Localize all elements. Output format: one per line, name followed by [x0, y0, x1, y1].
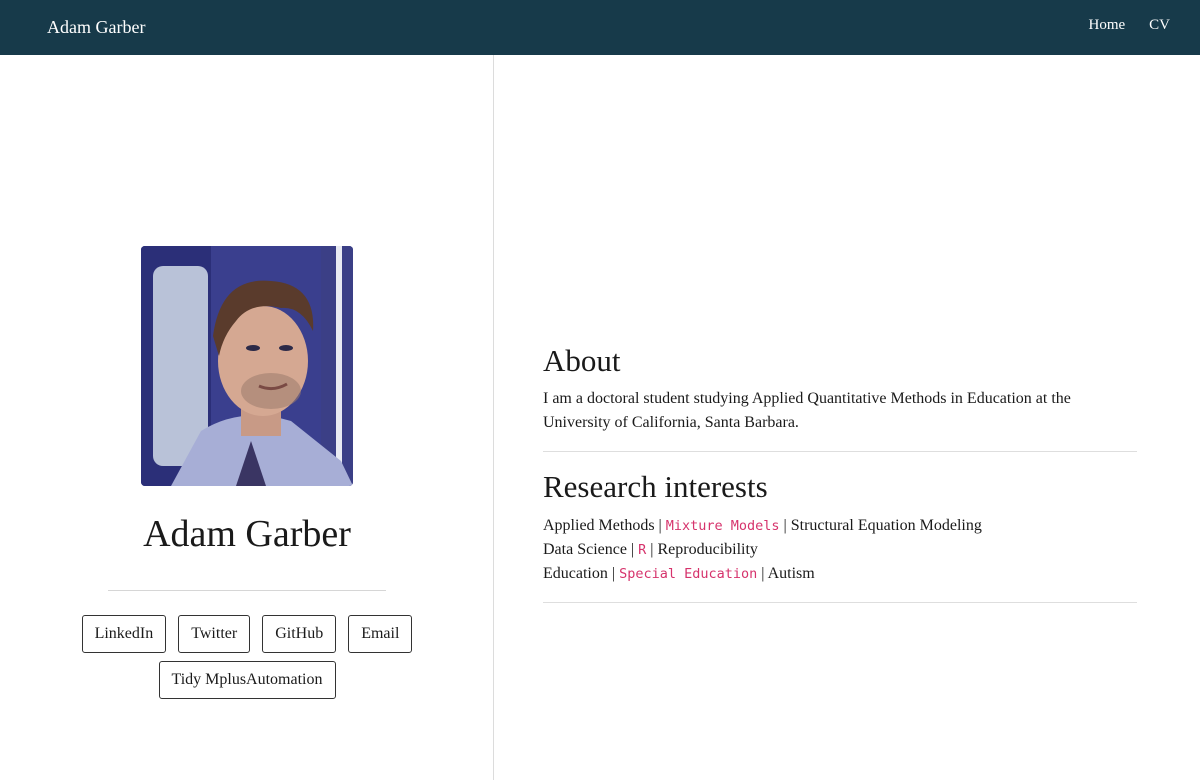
nav-link-cv[interactable]: CV: [1149, 15, 1170, 35]
interest-separator: |: [761, 565, 765, 582]
interest-line-education: Education | Special Education | Autism: [543, 562, 982, 586]
interest-highlight: R: [638, 542, 647, 558]
interest-category: Data Science: [543, 541, 627, 558]
interest-category: Applied Methods: [543, 517, 655, 534]
nav-link-home[interactable]: Home: [1088, 15, 1125, 35]
nav-links: Home CV: [1088, 15, 1170, 35]
interest-line-data-science: Data Science | R | Reproducibility: [543, 538, 982, 562]
interest-separator: |: [658, 517, 662, 534]
interest-separator: |: [611, 565, 616, 582]
email-button[interactable]: Email: [348, 615, 413, 653]
interest-category: Education: [543, 565, 608, 582]
tidy-mplusautomation-button[interactable]: Tidy MplusAutomation: [158, 661, 336, 699]
interest-rest: Reproducibility: [657, 541, 758, 558]
site-brand-link[interactable]: Adam Garber: [47, 15, 145, 39]
interest-separator: |: [650, 541, 654, 558]
about-heading: About: [543, 343, 621, 378]
interest-rest: Structural Equation Modeling: [790, 517, 982, 534]
social-buttons-row: LinkedIn Twitter GitHub Email: [0, 615, 494, 653]
research-interests-heading: Research interests: [543, 469, 768, 504]
profile-column: Adam Garber LinkedIn Twitter GitHub Emai…: [0, 55, 494, 780]
avatar: [141, 246, 353, 486]
profile-photo-icon: [141, 246, 353, 486]
profile-name: Adam Garber: [143, 513, 351, 555]
interest-highlight: Special Education: [619, 566, 758, 582]
top-navbar: Adam Garber Home CV: [0, 0, 1200, 55]
github-button[interactable]: GitHub: [262, 615, 337, 653]
section-divider: [543, 451, 1137, 452]
interest-separator: |: [783, 517, 787, 534]
linkedin-button[interactable]: LinkedIn: [81, 615, 167, 653]
interest-separator: |: [630, 541, 635, 558]
twitter-button[interactable]: Twitter: [178, 615, 251, 653]
research-interests-list: Applied Methods | Mixture Models | Struc…: [543, 514, 982, 586]
project-buttons-row: Tidy MplusAutomation: [0, 661, 494, 699]
section-divider: [543, 602, 1137, 603]
name-divider: [108, 590, 386, 591]
interest-line-applied-methods: Applied Methods | Mixture Models | Struc…: [543, 514, 982, 538]
about-text: I am a doctoral student studying Applied…: [543, 390, 1071, 431]
interest-rest: Autism: [767, 565, 815, 582]
interest-highlight: Mixture Models: [665, 518, 780, 534]
